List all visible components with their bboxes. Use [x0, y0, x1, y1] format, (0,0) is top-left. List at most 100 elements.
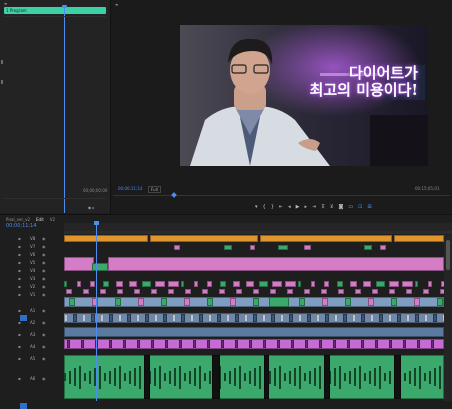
caption-clip[interactable] [380, 245, 386, 250]
source-playhead[interactable] [64, 7, 65, 213]
video-clip-segment[interactable] [437, 298, 443, 306]
music-waveform[interactable] [174, 368, 176, 386]
audio-waveform[interactable] [277, 340, 280, 348]
audio-waveform[interactable] [417, 340, 420, 348]
music-waveform[interactable] [439, 365, 441, 389]
audio-waveform[interactable] [431, 340, 434, 348]
subtitle-clip[interactable] [253, 289, 259, 294]
audio-waveform[interactable] [207, 340, 210, 348]
track-visibility-icon[interactable]: ◉ [42, 268, 46, 273]
subtitle-clip[interactable] [337, 281, 343, 287]
subtitle-clip[interactable] [151, 289, 157, 294]
audio-waveform[interactable] [73, 314, 77, 322]
track-visibility-icon[interactable]: ◉ [42, 236, 46, 241]
subtitle-clip[interactable] [363, 281, 371, 287]
audio-waveform[interactable] [190, 314, 194, 322]
subtitle-clip[interactable] [117, 289, 123, 294]
music-waveform[interactable] [249, 370, 251, 384]
audio-waveform[interactable] [415, 314, 419, 322]
audio-waveform[interactable] [361, 340, 364, 348]
audio-waveform[interactable] [379, 314, 383, 322]
music-waveform[interactable] [89, 370, 91, 384]
music-waveform[interactable] [269, 370, 271, 384]
video-clip-segment[interactable] [368, 298, 374, 306]
lift-icon[interactable]: ⊼ [321, 204, 325, 210]
audio-clip-a2[interactable] [64, 327, 444, 337]
track-visibility-icon[interactable]: ◉ [42, 308, 46, 313]
audio-waveform[interactable] [397, 314, 401, 322]
music-waveform[interactable] [354, 368, 356, 386]
music-waveform[interactable] [244, 373, 246, 381]
audio-waveform[interactable] [263, 340, 266, 348]
audio-waveform[interactable] [403, 340, 406, 348]
music-waveform[interactable] [74, 368, 76, 386]
subtitle-clip[interactable] [304, 289, 310, 294]
audio-waveform[interactable] [81, 340, 84, 348]
audio-waveform[interactable] [325, 314, 329, 322]
music-waveform[interactable] [209, 370, 211, 384]
audio-waveform[interactable] [262, 314, 266, 322]
track-visibility-icon[interactable]: ◉ [42, 276, 46, 281]
track-visibility-icon[interactable]: ◉ [42, 292, 46, 297]
music-waveform[interactable] [284, 373, 286, 381]
music-waveform[interactable] [429, 370, 431, 384]
track-visibility-icon[interactable]: ◉ [42, 332, 46, 337]
title-clip[interactable] [64, 235, 148, 242]
music-waveform[interactable] [179, 365, 181, 389]
video-clip-segment[interactable] [184, 298, 190, 306]
audio-waveform[interactable] [172, 314, 176, 322]
music-waveform[interactable] [434, 368, 436, 386]
subtitle-clip[interactable] [270, 289, 276, 294]
music-waveform[interactable] [304, 373, 306, 381]
video-clip-segment[interactable] [345, 298, 351, 306]
step-back-icon[interactable]: ◂ [288, 204, 291, 210]
subtitle-clip[interactable] [355, 289, 361, 294]
graphic-clip[interactable] [92, 263, 108, 271]
audio-waveform[interactable] [370, 314, 374, 322]
track-lock-icon[interactable]: ▪ [18, 344, 21, 349]
track-lock-icon[interactable]: ▪ [18, 252, 21, 257]
music-waveform[interactable] [339, 365, 341, 389]
audio-waveform[interactable] [82, 314, 86, 322]
subtitle-clip[interactable] [103, 281, 109, 287]
video-clip-segment[interactable] [253, 298, 259, 306]
music-waveform[interactable] [239, 365, 241, 389]
subtitle-clip[interactable] [129, 281, 137, 287]
audio-waveform[interactable] [305, 340, 308, 348]
music-waveform[interactable] [384, 373, 386, 381]
source-scroll-thumb[interactable] [1, 60, 3, 64]
subtitle-clip[interactable] [389, 281, 399, 287]
timeline-playhead[interactable] [96, 223, 97, 401]
music-waveform[interactable] [374, 368, 376, 386]
export-frame-icon[interactable]: ◙ [339, 204, 344, 210]
track-lock-icon[interactable]: ▪ [18, 276, 21, 281]
subtitle-clip[interactable] [100, 289, 106, 294]
audio-waveform[interactable] [334, 314, 338, 322]
music-waveform[interactable] [409, 370, 411, 384]
subtitle-clip[interactable] [415, 281, 418, 287]
music-waveform[interactable] [279, 365, 281, 389]
subtitle-clip[interactable] [185, 289, 191, 294]
subtitle-clip[interactable] [324, 281, 329, 287]
music-waveform[interactable] [359, 365, 361, 389]
caption-clip[interactable] [304, 245, 311, 250]
source-wrench-icon[interactable]: ◆ ▸ [88, 205, 94, 210]
music-waveform[interactable] [314, 368, 316, 386]
audio-waveform[interactable] [347, 340, 350, 348]
music-waveform[interactable] [139, 365, 141, 389]
subtitle-clip[interactable] [350, 281, 357, 287]
caption-clip[interactable] [250, 245, 255, 250]
subtitle-clip[interactable] [220, 281, 226, 287]
audio-waveform[interactable] [208, 314, 212, 322]
track-lock-icon[interactable]: ▪ [18, 308, 21, 313]
audio-waveform[interactable] [291, 340, 294, 348]
audio-waveform[interactable] [389, 340, 392, 348]
track-visibility-icon[interactable]: ◉ [42, 260, 46, 265]
audio-waveform[interactable] [118, 314, 122, 322]
graphic-clip[interactable] [64, 257, 94, 271]
music-waveform[interactable] [134, 368, 136, 386]
music-gap[interactable] [264, 355, 269, 399]
track-lock-icon[interactable]: ▪ [18, 244, 21, 249]
source-playhead-handle[interactable] [62, 5, 67, 8]
caption-clip[interactable] [364, 245, 372, 250]
